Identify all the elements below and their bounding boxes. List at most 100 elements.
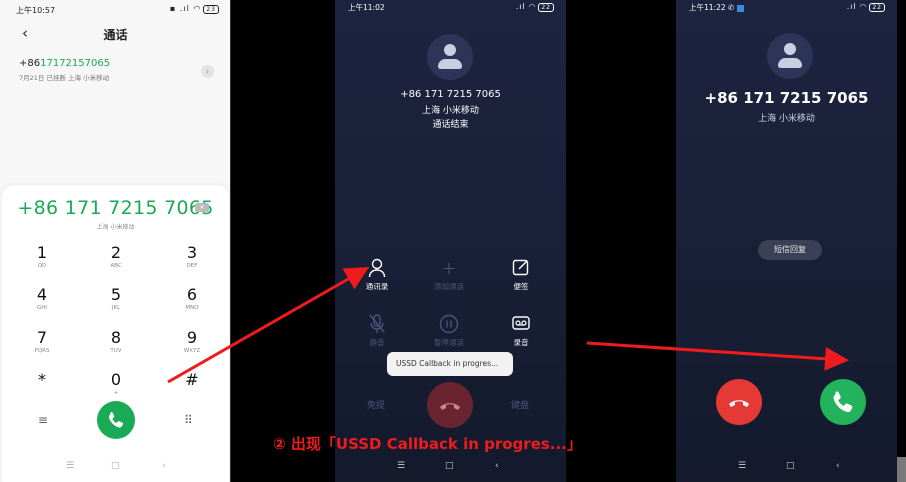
backspace-icon[interactable]: ✕ <box>195 203 209 212</box>
call-ended-screen: 上午11:02 .ıl ◠ 22 +86 171 7215 7065 上海 小米移… <box>335 0 566 482</box>
hold-label: 暂停通话 <box>434 338 464 347</box>
key-8[interactable]: 8 TUV <box>91 329 141 363</box>
key-letters: ABC <box>110 263 122 269</box>
mute-label: 静音 <box>369 338 385 347</box>
caller-location: 上海 小米移动 <box>758 114 815 124</box>
note-button[interactable]: 便签 <box>491 258 551 292</box>
dialer-screen: 上午10:57 ▪ .ıl ◠ 23 ‹ 通话 +8617172157065 7月… <box>0 0 231 482</box>
end-call-icon <box>440 403 460 410</box>
caller-location: 上海 小米移动 <box>422 106 479 116</box>
key-digit: 1 <box>36 243 48 262</box>
key-digit: # <box>185 370 199 389</box>
contacts-button[interactable]: 通讯录 <box>347 258 407 292</box>
decline-button[interactable] <box>716 379 762 425</box>
avatar-body <box>438 59 462 69</box>
number-location: 上海 小米移动 <box>96 224 135 231</box>
key-6[interactable]: 6 MNO <box>167 286 217 320</box>
add-call-icon: ＋ <box>441 260 457 278</box>
nav-menu-icon[interactable]: ☰ <box>738 461 746 471</box>
key-hash[interactable]: # <box>167 371 217 405</box>
key-digit: 2 <box>110 243 122 262</box>
page-title: 通话 <box>103 28 128 42</box>
key-letters: MNO <box>185 305 199 311</box>
battery-icon: 22 <box>538 3 554 12</box>
status-icons: .ıl ◠ 22 <box>516 2 554 12</box>
key-5[interactable]: 5 JKL <box>91 286 141 320</box>
key-digit: 9 <box>186 328 198 347</box>
key-letters: + <box>113 390 119 396</box>
key-letters: PQRS <box>34 348 50 354</box>
mute-button[interactable]: 静音 <box>347 314 407 348</box>
record-button[interactable]: 录音 <box>491 314 551 348</box>
add-call-button[interactable]: ＋ 添加通话 <box>419 258 479 292</box>
recent-call-digits: 17172157065 <box>40 58 111 69</box>
key-letters: JKL <box>111 305 121 311</box>
key-4[interactable]: 4 GHI <box>17 286 67 320</box>
key-letters: GHI <box>36 305 48 311</box>
key-1[interactable]: 1 QD <box>17 244 67 278</box>
recent-call-details: 7月21日 已挂断 上海 小米移动 <box>19 74 110 82</box>
key-9[interactable]: 9 WXYZ <box>167 329 217 363</box>
key-2[interactable]: 2 ABC <box>91 244 141 278</box>
recent-call-item[interactable]: +8617172157065 7月21日 已挂断 上海 小米移动 › <box>19 58 214 88</box>
caller-number: +86 171 7215 7065 <box>400 89 501 100</box>
key-digit: 6 <box>186 285 198 304</box>
key-7[interactable]: 7 PQRS <box>17 329 67 363</box>
ussd-toast: USSD Callback in progres... <box>387 352 513 376</box>
contact-avatar <box>767 33 813 79</box>
status-bar: 上午11:02 .ıl ◠ 22 <box>335 0 566 14</box>
record-label: 录音 <box>513 338 529 347</box>
call-state: 通话结束 <box>432 120 469 130</box>
avatar-body <box>778 58 802 68</box>
nav-home-icon[interactable]: □ <box>445 461 454 471</box>
key-star[interactable]: * <box>17 371 67 405</box>
status-time-text: 上午11:22 <box>689 3 726 12</box>
hangup-button[interactable] <box>427 382 473 428</box>
status-bar: 上午11:22 ✆ .ıl ◠ 22 <box>676 0 897 14</box>
note-label: 便签 <box>513 282 529 291</box>
key-letters: WXYZ <box>183 348 201 354</box>
key-digit: 7 <box>36 328 48 347</box>
status-bar: 上午10:57 ▪ .ıl ◠ 23 <box>0 0 230 18</box>
header: ‹ 通话 <box>0 24 230 46</box>
add-call-label: 添加通话 <box>434 282 464 291</box>
key-digit: * <box>38 370 46 389</box>
nav-back-icon[interactable]: ‹ <box>836 461 840 471</box>
answer-button[interactable] <box>820 379 866 425</box>
key-0[interactable]: 0 + <box>91 371 141 405</box>
status-icons: .ıl ◠ 22 <box>847 2 885 12</box>
end-call-icon <box>729 400 749 407</box>
call-button[interactable] <box>97 401 135 439</box>
speaker-button[interactable]: 免提 <box>367 398 385 411</box>
chevron-right-icon[interactable]: › <box>201 65 214 78</box>
status-icons: ▪ .ıl ◠ 23 <box>170 4 219 14</box>
signal-wifi-icons: .ıl ◠ <box>515 2 537 11</box>
status-time: 上午11:22 ✆ <box>689 2 744 13</box>
status-time: 上午11:02 <box>348 3 385 12</box>
nav-home-icon[interactable]: □ <box>111 461 120 471</box>
hold-button[interactable]: 暂停通话 <box>419 314 479 348</box>
avatar-head <box>784 43 796 55</box>
note-icon <box>491 258 551 280</box>
key-3[interactable]: 3 DEF <box>167 244 217 278</box>
side-strip <box>897 457 906 482</box>
nav-home-icon[interactable]: □ <box>786 461 795 471</box>
avatar-head <box>444 44 456 56</box>
key-digit: 3 <box>186 243 198 262</box>
nav-back-icon[interactable]: ‹ <box>495 461 499 471</box>
nav-menu-icon[interactable]: ☰ <box>66 461 74 471</box>
phone-icon <box>833 391 853 413</box>
nav-back-icon[interactable]: ‹ <box>162 461 166 471</box>
nav-menu-icon[interactable]: ☰ <box>397 461 405 471</box>
keypad-button[interactable]: 键盘 <box>511 398 529 411</box>
key-letters: DEF <box>186 263 198 269</box>
phone-icon <box>108 412 124 428</box>
caller-number: +86 171 7215 7065 <box>704 89 869 107</box>
sms-reply-button[interactable]: 短信回复 <box>758 240 822 260</box>
menu-icon[interactable]: ≡ <box>38 413 48 427</box>
dialpad-grid-icon[interactable]: ⠿ <box>184 413 193 427</box>
key-digit: 4 <box>36 285 48 304</box>
incoming-call-screen: 上午11:22 ✆ .ıl ◠ 22 +86 171 7215 7065 上海 小… <box>676 0 897 482</box>
annotation-caption: ② 出现「USSD Callback in progres...」 <box>273 435 582 453</box>
key-digit: 8 <box>110 328 122 347</box>
